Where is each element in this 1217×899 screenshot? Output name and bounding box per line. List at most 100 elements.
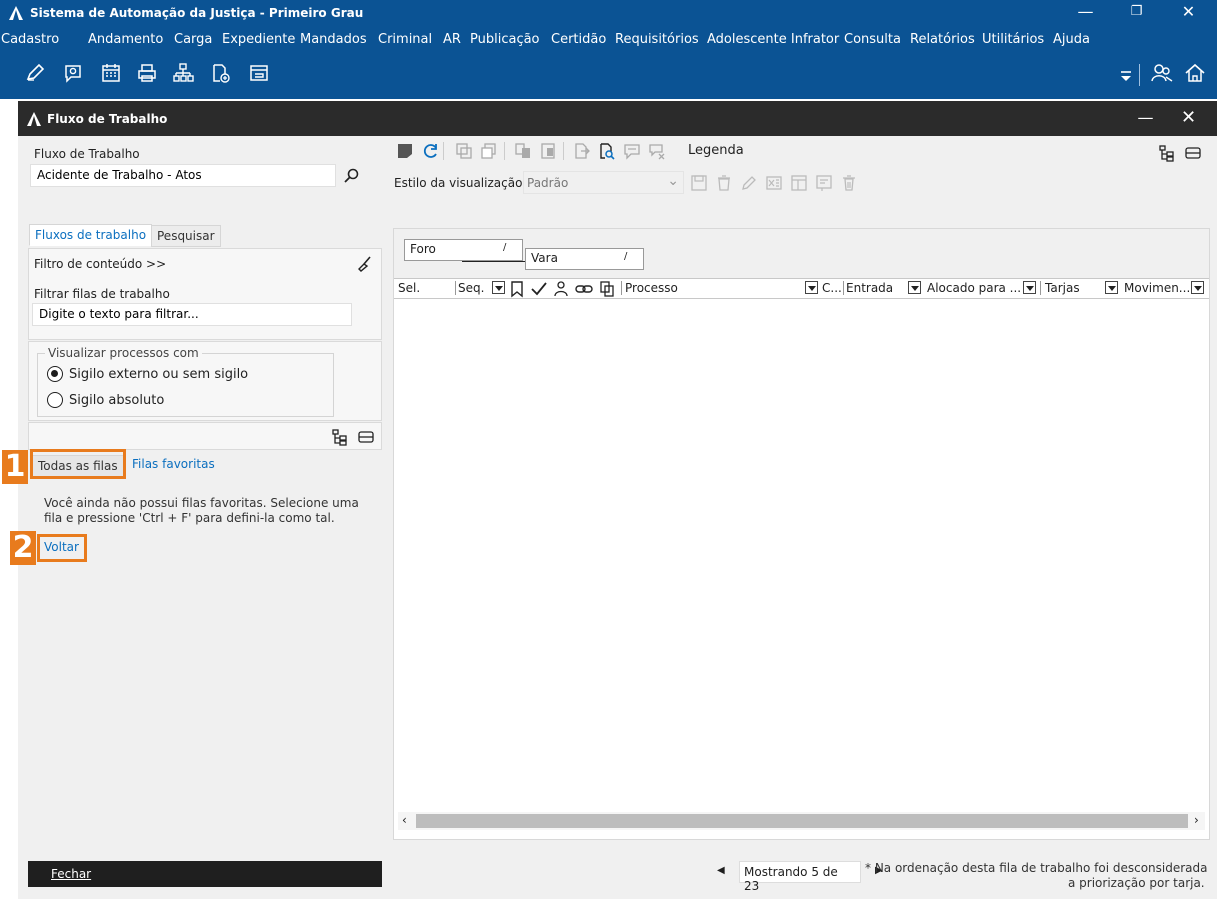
columns-icon[interactable]: [790, 174, 808, 192]
subwindow-minimize-button[interactable]: —: [1123, 106, 1168, 132]
app-header: Sistema de Automação da Justiça - Primei…: [0, 0, 1217, 99]
filtro-conteudo-toggle[interactable]: Filtro de conteúdo >>: [34, 257, 166, 271]
col-movimentacao[interactable]: Movimen...: [1124, 281, 1190, 295]
scroll-right-icon[interactable]: ›: [1194, 813, 1199, 827]
tab-pesquisar[interactable]: Pesquisar: [151, 225, 221, 247]
menu-andamento[interactable]: Andamento: [88, 32, 163, 47]
grid-tree-view-icon[interactable]: [1158, 144, 1176, 162]
prev-page-icon[interactable]: ◀: [717, 865, 725, 876]
folder-icon[interactable]: [248, 62, 270, 84]
toolbar-divider: [1139, 64, 1140, 86]
col-separator: [455, 281, 456, 295]
minimize-button[interactable]: —: [1063, 0, 1108, 26]
subwindow-close-button[interactable]: ✕: [1166, 106, 1211, 132]
restore-button[interactable]: ❐: [1114, 0, 1159, 26]
users-icon[interactable]: [1151, 62, 1173, 84]
col-entrada-filter[interactable]: [908, 281, 921, 294]
copy-icon[interactable]: [480, 142, 498, 160]
menu-utilitarios[interactable]: Utilitários: [982, 32, 1044, 47]
fluxo-field[interactable]: Acidente de Trabalho - Atos: [30, 164, 336, 187]
edit-icon[interactable]: [24, 62, 46, 84]
col-processo-filter[interactable]: [805, 281, 818, 294]
paste-icon[interactable]: [539, 142, 557, 160]
annotation-badge-2: 2: [10, 531, 36, 565]
user-group-icon[interactable]: [552, 280, 568, 297]
subwindow-title: Fluxo de Trabalho: [47, 112, 168, 126]
menu-bar: Cadastro Andamento Carga Expediente Mand…: [0, 28, 1217, 52]
hierarchy-icon[interactable]: [172, 62, 194, 84]
clear-filter-icon[interactable]: [356, 255, 374, 273]
scroll-left-icon[interactable]: ‹: [402, 813, 407, 827]
document-export-icon[interactable]: [573, 142, 591, 160]
menu-requisitorios[interactable]: Requisitórios: [615, 32, 699, 47]
filter-queues-input[interactable]: Digite o texto para filtrar...: [32, 303, 352, 326]
list-view-icon[interactable]: [357, 428, 375, 446]
printer-icon[interactable]: [136, 62, 158, 84]
menu-ar[interactable]: AR: [443, 32, 461, 47]
save-icon[interactable]: [396, 142, 414, 160]
col-tarjas-filter[interactable]: [1105, 281, 1118, 294]
group-chip-vara[interactable]: Vara /: [525, 248, 644, 270]
link-icon[interactable]: [575, 280, 593, 296]
menu-cadastro[interactable]: Cadastro: [1, 32, 59, 47]
menu-criminal[interactable]: Criminal: [378, 32, 432, 47]
fechar-button[interactable]: Fechar: [28, 861, 382, 887]
select-all-icon[interactable]: [455, 142, 473, 160]
col-processo[interactable]: Processo: [625, 281, 678, 295]
home-icon[interactable]: [1184, 62, 1206, 84]
close-window-button[interactable]: ✕: [1166, 0, 1211, 26]
col-sel[interactable]: Sel.: [398, 281, 420, 295]
excel-export-icon[interactable]: [765, 174, 783, 192]
toolbar-separator: [443, 142, 444, 160]
menu-mandados[interactable]: Mandados: [300, 32, 367, 47]
menu-certidao[interactable]: Certidão: [551, 32, 606, 47]
add-document-icon[interactable]: [210, 62, 232, 84]
col-entrada[interactable]: Entrada: [846, 281, 893, 295]
col-seq[interactable]: Seq.: [458, 281, 484, 295]
menu-adolescente[interactable]: Adolescente Infrator: [707, 32, 839, 47]
document-search-icon[interactable]: [598, 142, 616, 160]
move-icon[interactable]: [514, 142, 532, 160]
menu-consulta[interactable]: Consulta: [844, 32, 901, 47]
dropdown-icon[interactable]: [1115, 64, 1131, 86]
grid-list-view-icon[interactable]: [1184, 144, 1202, 162]
delete-view-icon[interactable]: [715, 174, 733, 192]
tab-fluxos[interactable]: Fluxos de trabalho: [29, 224, 153, 246]
radio-sigilo-absoluto[interactable]: [47, 392, 63, 408]
search-icon[interactable]: [343, 167, 361, 185]
remove-comment-icon[interactable]: [648, 142, 666, 160]
col-alocado[interactable]: Alocado para ...: [927, 281, 1021, 295]
menu-expediente[interactable]: Expediente: [222, 32, 295, 47]
legenda-button[interactable]: Legenda: [688, 143, 744, 158]
col-alocado-filter[interactable]: [1023, 281, 1036, 294]
search-comment-icon[interactable]: [62, 62, 84, 84]
group-chip-foro[interactable]: Foro /: [404, 239, 523, 261]
refresh-icon[interactable]: [421, 142, 439, 160]
tab-filas-favoritas[interactable]: Filas favoritas: [126, 453, 221, 475]
toolbar-separator: [504, 142, 505, 160]
scrollbar-thumb[interactable]: [416, 814, 1188, 828]
filtrar-label: Filtrar filas de trabalho: [34, 287, 170, 301]
menu-publicacao[interactable]: Publicação: [470, 32, 540, 47]
radio-sigilo-externo[interactable]: [47, 366, 63, 382]
col-tarjas[interactable]: Tarjas: [1045, 281, 1080, 295]
attachment-icon[interactable]: [598, 280, 614, 297]
queue-toolbar: [28, 422, 382, 450]
edit-view-icon[interactable]: [740, 174, 758, 192]
bookmark-icon[interactable]: [508, 280, 524, 298]
calendar-icon[interactable]: [100, 62, 122, 84]
menu-relatorios[interactable]: Relatórios: [910, 32, 975, 47]
menu-carga[interactable]: Carga: [174, 32, 212, 47]
trash-icon[interactable]: [840, 174, 858, 192]
horizontal-scrollbar[interactable]: ‹ ›: [398, 812, 1205, 830]
tree-view-icon[interactable]: [331, 428, 349, 446]
col-c[interactable]: C...: [822, 281, 842, 295]
layout-icon[interactable]: [815, 174, 833, 192]
comment-icon[interactable]: [623, 142, 641, 160]
col-seq-filter[interactable]: [492, 281, 505, 294]
col-movimentacao-filter[interactable]: [1191, 281, 1204, 294]
estilo-select[interactable]: Padrão ⌄: [523, 171, 684, 194]
menu-ajuda[interactable]: Ajuda: [1053, 32, 1090, 47]
save-view-icon[interactable]: [690, 174, 708, 192]
check-icon[interactable]: [530, 280, 547, 296]
